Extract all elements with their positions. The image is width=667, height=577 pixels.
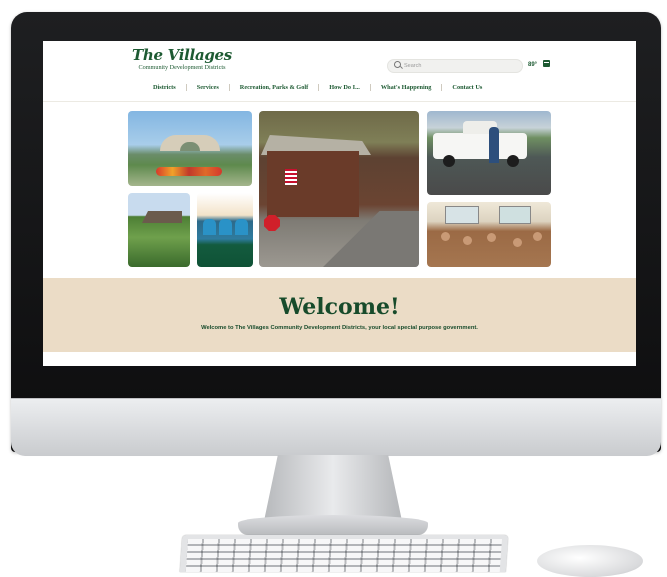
roof-shape <box>142 211 182 223</box>
attendee-head <box>533 232 542 241</box>
monitor-screen: The Villages Community Development Distr… <box>43 41 636 366</box>
flag-image <box>285 169 297 185</box>
arch-shape <box>160 135 220 151</box>
stop-sign-image <box>264 215 280 231</box>
nav-item-services[interactable]: Services <box>185 83 229 91</box>
projection-screen <box>445 206 479 224</box>
main-nav: Districts Services Recreation, Parks & G… <box>143 81 492 93</box>
photo-clubhouse <box>128 193 190 267</box>
truck-wheel <box>507 155 519 167</box>
attendee-head <box>513 238 522 247</box>
search-input[interactable] <box>404 60 514 72</box>
monitor-stand-base <box>238 515 428 535</box>
logo-wordmark: The Villages <box>132 46 232 64</box>
search-box[interactable] <box>387 59 523 73</box>
monitor-chin <box>11 398 661 456</box>
volunteer-figure <box>235 219 248 235</box>
nav-item-recreation[interactable]: Recreation, Parks & Golf <box>228 83 318 91</box>
keyboard <box>179 535 509 572</box>
site-header: The Villages Community Development Distr… <box>43 41 636 102</box>
gatehouse-wall <box>267 151 359 217</box>
nav-item-contact-us[interactable]: Contact Us <box>441 83 492 91</box>
photo-entrance-arch <box>128 111 252 186</box>
weather-temperature: 89° <box>528 62 538 68</box>
welcome-banner: Welcome! Welcome to The Villages Communi… <box>43 278 636 352</box>
welcome-subtitle: Welcome to The Villages Community Develo… <box>201 325 478 331</box>
photo-classroom <box>427 202 551 267</box>
welcome-heading: Welcome! <box>279 294 400 320</box>
worker-figure <box>489 127 499 163</box>
volunteer-figure <box>203 219 216 235</box>
calendar-icon[interactable] <box>543 60 550 67</box>
photo-service-truck <box>427 111 551 195</box>
truck-wheel <box>443 155 455 167</box>
logo-subtitle: Community Development Districts <box>138 64 226 71</box>
photo-volunteers <box>197 193 253 267</box>
attendee-head <box>487 233 496 242</box>
nav-item-districts[interactable]: Districts <box>143 84 186 91</box>
search-icon <box>394 61 401 68</box>
attendee-head <box>441 232 450 241</box>
site-logo[interactable]: The Villages Community Development Distr… <box>127 47 237 72</box>
volunteer-figure <box>219 219 232 235</box>
driveway <box>319 211 419 267</box>
projection-screen <box>499 206 531 224</box>
mouse <box>537 545 643 577</box>
attendee-head <box>463 236 472 245</box>
keyboard-keys <box>185 539 503 572</box>
flower-bed <box>156 167 222 176</box>
nav-item-whats-happening[interactable]: What's Happening <box>369 83 442 91</box>
photo-gatehouse <box>259 111 419 267</box>
monitor-stand <box>264 455 402 521</box>
nav-item-how-do-i[interactable]: How Do I... <box>318 83 370 91</box>
